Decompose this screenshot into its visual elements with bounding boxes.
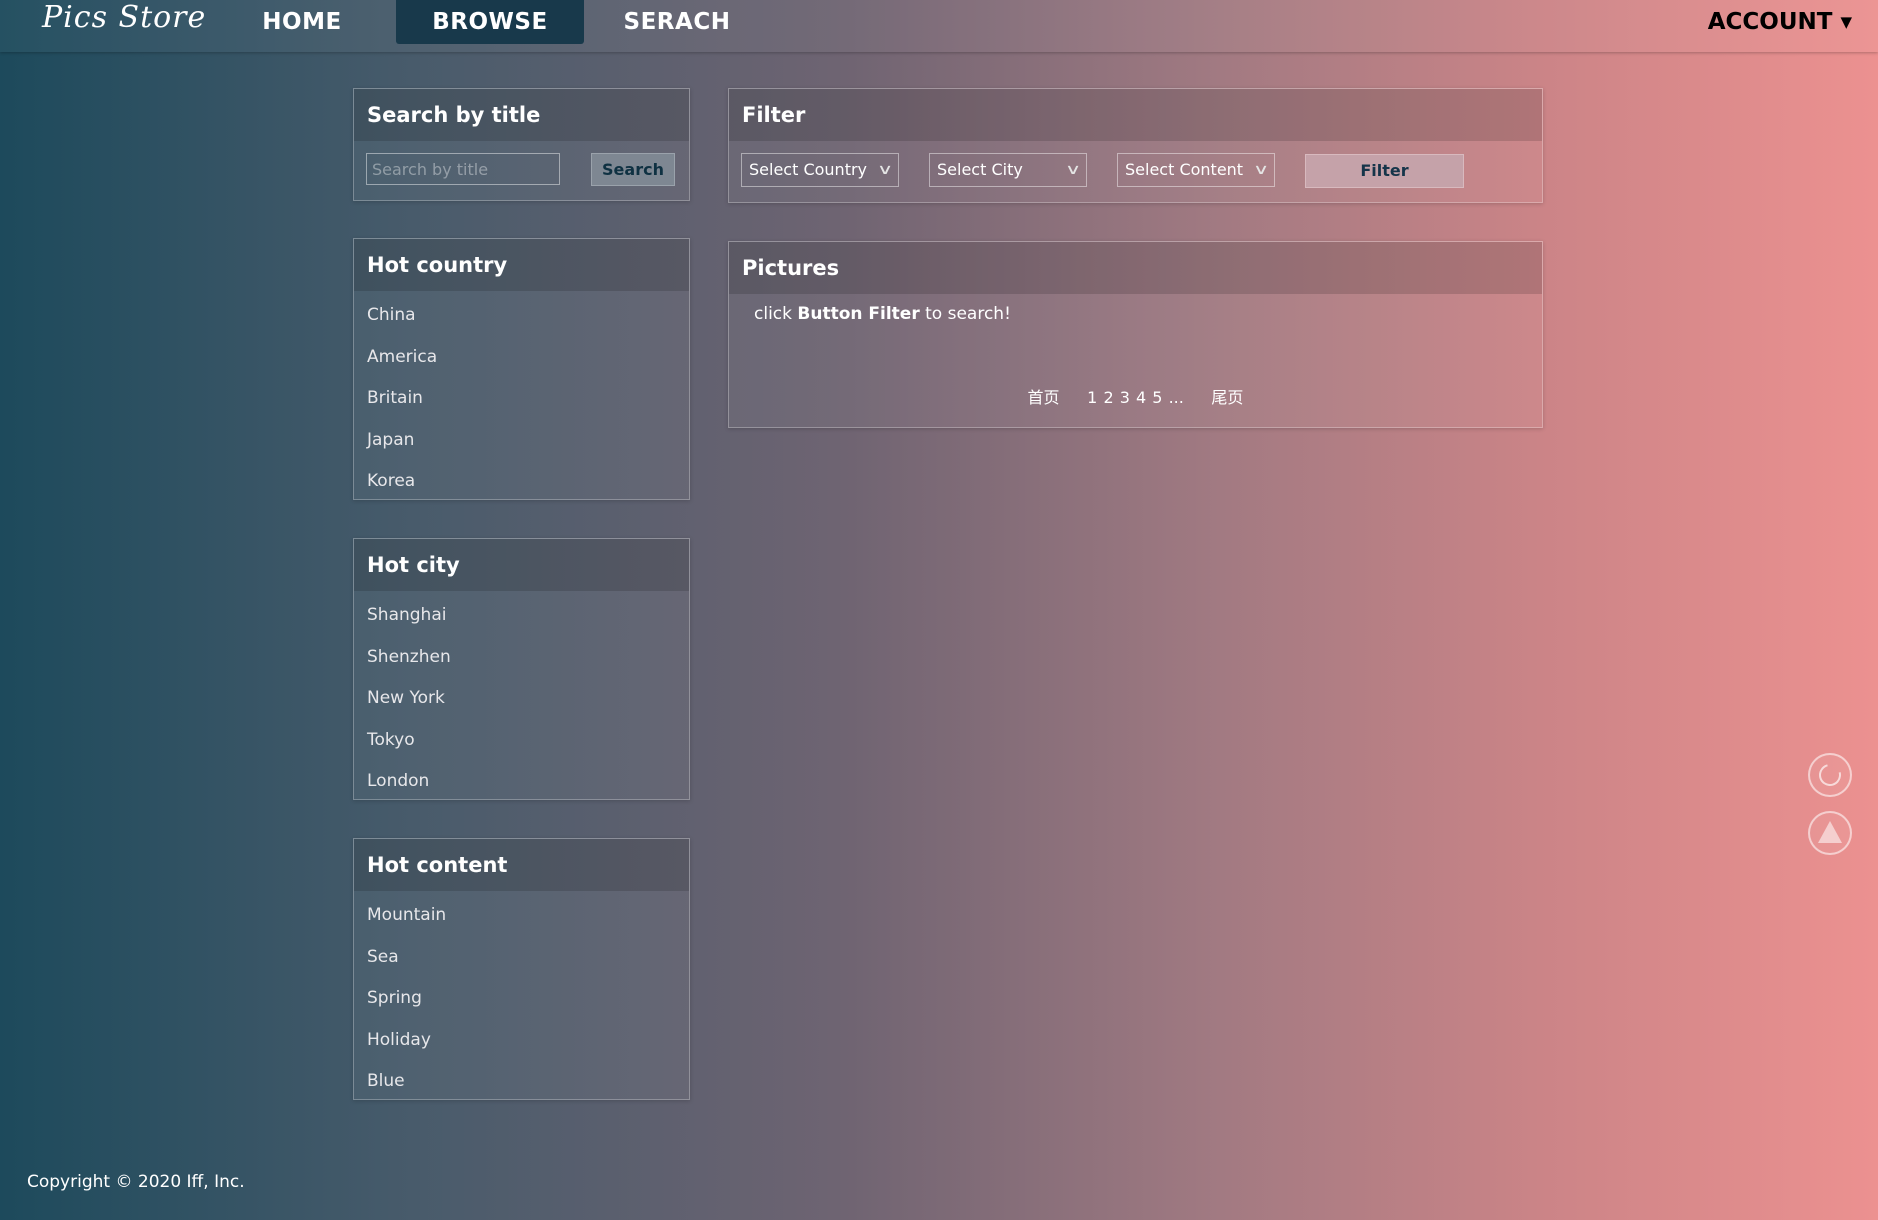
pagination: 首页 1 2 3 4 5 ... 尾页	[729, 384, 1542, 408]
list-item[interactable]: Shanghai	[354, 595, 689, 637]
hot-content-title: Hot content	[354, 839, 689, 891]
pager-page[interactable]: 5	[1152, 388, 1162, 407]
city-select-label: Select City	[937, 160, 1023, 179]
copyright: Copyright © 2020 Iff, Inc.	[27, 1172, 245, 1192]
pictures-hint: click Button Filter to search!	[754, 304, 1011, 324]
filter-panel-title: Filter	[729, 89, 1542, 141]
list-item[interactable]: Spring	[354, 978, 689, 1020]
list-item[interactable]: Sea	[354, 937, 689, 979]
search-panel-title: Search by title	[354, 89, 689, 141]
site-logo[interactable]: Pics Store	[42, 0, 206, 35]
pager-page[interactable]: 2	[1103, 388, 1113, 407]
content-select-label: Select Content	[1125, 160, 1244, 179]
list-item[interactable]: Holiday	[354, 1020, 689, 1062]
hint-prefix: click	[754, 304, 798, 324]
search-input[interactable]	[366, 153, 560, 185]
pager-last[interactable]: 尾页	[1211, 384, 1243, 408]
account-label: ACCOUNT	[1707, 9, 1833, 35]
nav-home[interactable]: HOME	[250, 0, 354, 44]
refresh-icon	[1814, 759, 1846, 791]
list-item[interactable]: Shenzhen	[354, 637, 689, 679]
chevron-down-icon: ∨	[1252, 162, 1270, 178]
refresh-button[interactable]	[1808, 753, 1852, 797]
hot-content-panel: Hot content Mountain Sea Spring Holiday …	[353, 838, 690, 1100]
list-item[interactable]: London	[354, 761, 689, 803]
navbar: Pics Store HOME BROWSE SERACH ACCOUNT ▼	[0, 0, 1878, 52]
filter-panel: Filter Select Country ∨ Select City ∨ Se…	[728, 88, 1543, 203]
caret-down-icon: ▼	[1840, 13, 1852, 31]
hot-city-list: Shanghai Shenzhen New York Tokyo London	[354, 591, 689, 803]
account-menu[interactable]: ACCOUNT ▼	[1708, 0, 1852, 44]
back-to-top-icon	[1818, 821, 1842, 843]
list-item[interactable]: Japan	[354, 420, 689, 462]
list-item[interactable]: New York	[354, 678, 689, 720]
hot-country-title: Hot country	[354, 239, 689, 291]
list-item[interactable]: Korea	[354, 461, 689, 503]
pager-page[interactable]: 4	[1136, 388, 1146, 407]
hint-suffix: to search!	[919, 304, 1011, 324]
country-select[interactable]: Select Country ∨	[741, 153, 899, 187]
city-select[interactable]: Select City ∨	[929, 153, 1087, 187]
filter-button[interactable]: Filter	[1305, 154, 1464, 188]
hot-country-panel: Hot country China America Britain Japan …	[353, 238, 690, 500]
pager-page[interactable]: 1	[1087, 388, 1097, 407]
nav-search[interactable]: SERACH	[618, 0, 736, 44]
content-select[interactable]: Select Content ∨	[1117, 153, 1275, 187]
list-item[interactable]: Blue	[354, 1061, 689, 1103]
search-button[interactable]: Search	[591, 153, 675, 186]
hint-bold: Button Filter	[797, 304, 920, 324]
hot-content-list: Mountain Sea Spring Holiday Blue	[354, 891, 689, 1103]
chevron-down-icon: ∨	[1064, 162, 1082, 178]
pager-page[interactable]: 3	[1120, 388, 1130, 407]
search-panel: Search by title Search	[353, 88, 690, 201]
list-item[interactable]: China	[354, 295, 689, 337]
pictures-panel: Pictures click Button Filter to search! …	[728, 241, 1543, 428]
hot-city-panel: Hot city Shanghai Shenzhen New York Toky…	[353, 538, 690, 800]
chevron-down-icon: ∨	[876, 162, 894, 178]
list-item[interactable]: America	[354, 337, 689, 379]
list-item[interactable]: Britain	[354, 378, 689, 420]
list-item[interactable]: Mountain	[354, 895, 689, 937]
nav-browse[interactable]: BROWSE	[396, 0, 584, 44]
country-select-label: Select Country	[749, 160, 868, 179]
pictures-panel-title: Pictures	[729, 242, 1542, 294]
hot-city-title: Hot city	[354, 539, 689, 591]
hot-country-list: China America Britain Japan Korea	[354, 291, 689, 503]
pager-ellipsis: ...	[1168, 388, 1184, 407]
list-item[interactable]: Tokyo	[354, 720, 689, 762]
back-to-top-button[interactable]	[1808, 811, 1852, 855]
pager-first[interactable]: 首页	[1028, 384, 1060, 408]
